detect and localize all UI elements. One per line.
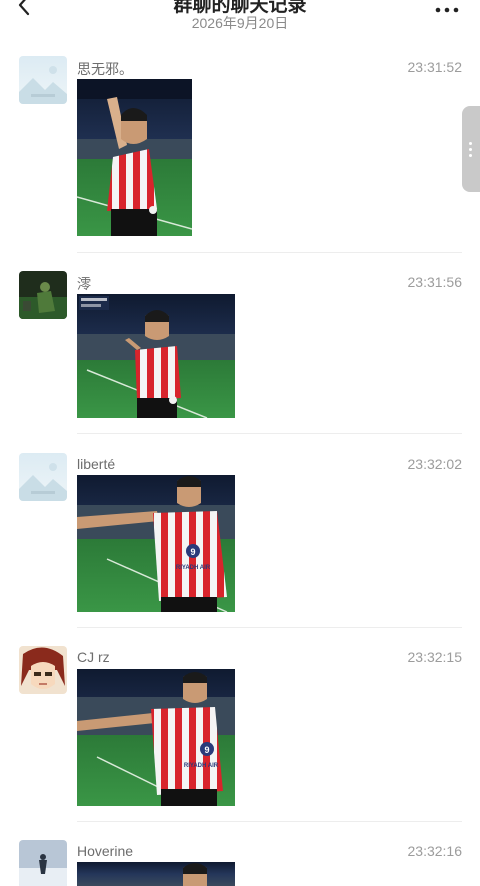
player-photo[interactable]: 9 RIYADH AIR xyxy=(77,475,235,612)
message-divider xyxy=(77,252,462,253)
jersey-number: 9 xyxy=(204,745,209,755)
chat-date: 2026年9月20日 xyxy=(191,15,289,31)
player-photo[interactable] xyxy=(77,862,235,886)
message-time: 23:32:16 xyxy=(407,843,463,859)
sender-name: 思无邪。 xyxy=(77,61,133,77)
soccer-player-avatar[interactable] xyxy=(19,271,67,319)
sender-name: liberté xyxy=(77,456,116,472)
placeholder-landscape-avatar[interactable] xyxy=(19,56,67,104)
message-divider xyxy=(77,821,462,822)
player-photo[interactable] xyxy=(77,79,192,236)
message-time: 23:32:02 xyxy=(407,456,463,472)
sender-name: 澪 xyxy=(77,276,91,292)
message-divider xyxy=(77,433,462,434)
vertical-dots-icon[interactable] xyxy=(462,106,480,192)
jersey-number: 9 xyxy=(190,547,195,557)
message-divider xyxy=(77,627,462,628)
sender-name: Hoverine xyxy=(77,843,134,859)
message-time: 23:31:56 xyxy=(407,274,463,290)
player-photo[interactable]: 9 RIYADH AIR xyxy=(77,669,235,806)
player-photo[interactable] xyxy=(77,294,235,418)
chat-history-header: 群聊的聊天记录 2026年9月20日 xyxy=(0,0,480,40)
message-time: 23:31:52 xyxy=(407,59,463,75)
ellipsis-icon[interactable] xyxy=(434,2,462,14)
snow-landscape-avatar[interactable] xyxy=(19,840,67,886)
sender-name: CJ rz xyxy=(77,649,110,665)
message-time: 23:32:15 xyxy=(407,649,463,665)
placeholder-landscape-avatar[interactable] xyxy=(19,453,67,501)
jersey-sponsor: RIYADH AIR xyxy=(176,565,211,571)
anime-character-avatar[interactable] xyxy=(19,646,67,694)
jersey-sponsor: RIYADH AIR xyxy=(184,763,219,769)
